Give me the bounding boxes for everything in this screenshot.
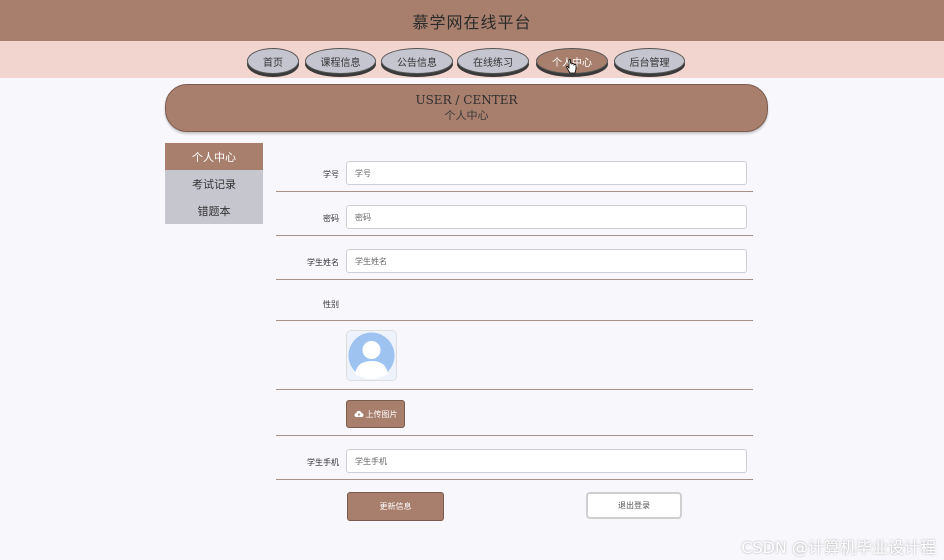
sidebar-item-wrong-questions[interactable]: 错题本 bbox=[165, 197, 263, 224]
upload-image-button[interactable]: 上传图片 bbox=[346, 400, 405, 428]
nav-item-home[interactable]: 首页 bbox=[247, 48, 299, 74]
sidebar-item-exam-records[interactable]: 考试记录 bbox=[165, 170, 263, 197]
top-header: 慕学网在线平台 bbox=[0, 0, 944, 41]
nav-item-admin[interactable]: 后台管理 bbox=[614, 48, 685, 74]
cloud-upload-icon bbox=[354, 411, 363, 417]
form-row-student-name: 学生姓名 bbox=[276, 236, 753, 280]
form-row-password: 密码 bbox=[276, 192, 753, 236]
upload-image-label: 上传图片 bbox=[365, 409, 398, 419]
student-no-label: 学号 bbox=[323, 170, 339, 179]
page-banner: USER / CENTER 个人中心 bbox=[165, 84, 768, 132]
gender-label: 性别 bbox=[323, 300, 339, 309]
password-label: 密码 bbox=[323, 214, 339, 223]
phone-label: 学生手机 bbox=[307, 458, 339, 467]
nav-item-practice[interactable]: 在线练习 bbox=[457, 48, 529, 74]
sidebar-menu: 个人中心 考试记录 错题本 bbox=[165, 143, 263, 224]
banner-title-cn: 个人中心 bbox=[444, 109, 489, 122]
main-nav: 首页 课程信息 公告信息 在线练习 个人中心 后台管理 bbox=[0, 41, 944, 78]
update-info-button[interactable]: 更新信息 bbox=[347, 492, 444, 521]
student-no-input[interactable] bbox=[346, 161, 747, 185]
watermark-text: CSDN @计算机毕业设计程 bbox=[741, 538, 936, 557]
nav-item-notices[interactable]: 公告信息 bbox=[381, 48, 453, 74]
hand-cursor-icon bbox=[566, 59, 578, 79]
password-input[interactable] bbox=[346, 205, 747, 229]
form-row-avatar bbox=[276, 321, 753, 390]
student-name-label: 学生姓名 bbox=[307, 258, 339, 267]
sidebar-item-user-center[interactable]: 个人中心 bbox=[165, 143, 263, 170]
student-name-input[interactable] bbox=[346, 249, 747, 273]
avatar-placeholder-icon bbox=[346, 330, 397, 381]
form-row-student-no: 学号 bbox=[276, 155, 753, 192]
form-row-phone: 学生手机 bbox=[276, 436, 753, 480]
logout-button[interactable]: 退出登录 bbox=[586, 492, 682, 519]
form-row-upload: 上传图片 bbox=[276, 390, 753, 436]
phone-input[interactable] bbox=[346, 449, 747, 473]
nav-item-courses[interactable]: 课程信息 bbox=[305, 48, 376, 74]
banner-title-en: USER / CENTER bbox=[415, 93, 518, 107]
site-title: 慕学网在线平台 bbox=[412, 12, 532, 32]
form-row-gender: 性别 bbox=[276, 280, 753, 321]
